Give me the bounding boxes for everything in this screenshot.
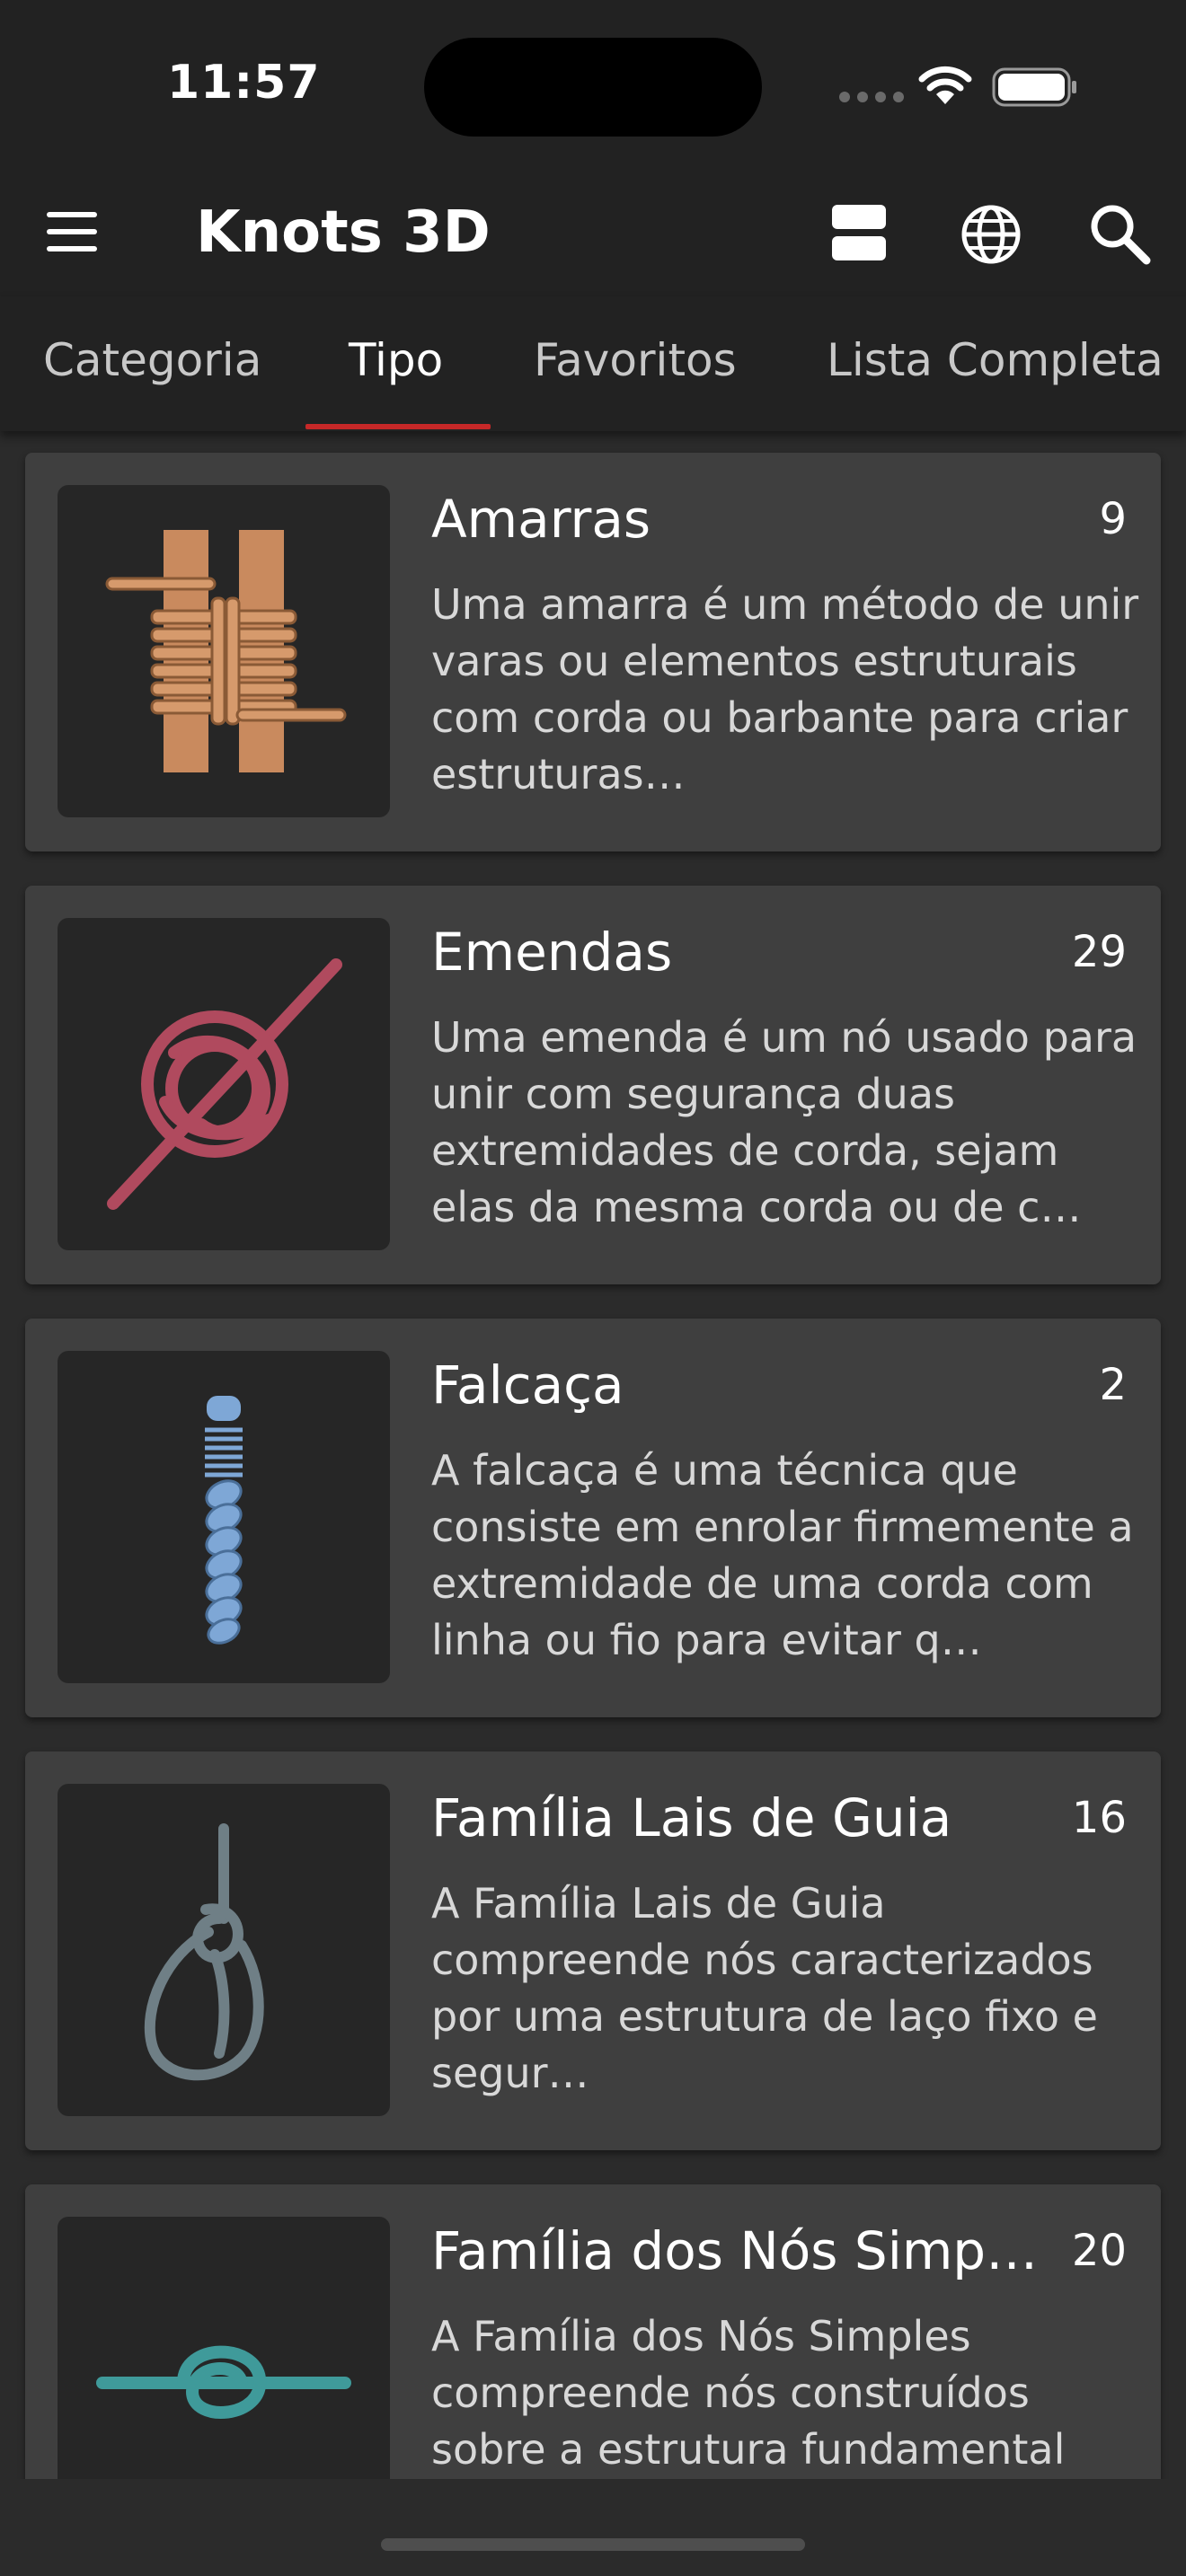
knot-type-list[interactable]: Amarras 9 Uma amarra é um método de unir… bbox=[0, 431, 1186, 2479]
status-bar: 11:57 bbox=[0, 0, 1186, 171]
item-description: A Família dos Nós Simples compreende nós… bbox=[431, 2312, 1066, 2474]
globe-icon[interactable] bbox=[960, 203, 1022, 266]
dynamic-island bbox=[424, 38, 762, 137]
item-count: 29 bbox=[1071, 927, 1127, 977]
list-item-familia-lais-de-guia[interactable]: Família Lais de Guia 16 A Família Lais d… bbox=[25, 1751, 1161, 2150]
item-title: Amarras bbox=[431, 489, 651, 550]
bowline-icon bbox=[58, 1784, 390, 2116]
bottom-safe-area bbox=[0, 2479, 1186, 2576]
tab-favoritos[interactable]: Favoritos bbox=[534, 334, 737, 386]
tab-tipo[interactable]: Tipo bbox=[349, 334, 443, 386]
item-count: 9 bbox=[1099, 494, 1127, 544]
bend-knot-icon bbox=[58, 918, 390, 1250]
list-item-amarras[interactable]: Amarras 9 Uma amarra é um método de unir… bbox=[25, 453, 1161, 851]
battery-icon bbox=[992, 67, 1076, 107]
whipping-icon bbox=[58, 1351, 390, 1683]
item-title: Família Lais de Guia bbox=[431, 1787, 952, 1848]
list-item-familia-nos-simples[interactable]: Família dos Nós Simpl… 20 A Família dos … bbox=[25, 2184, 1161, 2479]
screen: 11:57 Knots 3D Categoria Tipo Favoritos … bbox=[0, 0, 1186, 2576]
home-indicator[interactable] bbox=[381, 2538, 805, 2551]
app-title: Knots 3D bbox=[196, 199, 491, 266]
item-count: 2 bbox=[1099, 1360, 1127, 1410]
tab-categoria[interactable]: Categoria bbox=[43, 334, 261, 386]
app-bar: Knots 3D bbox=[0, 171, 1186, 296]
search-icon[interactable] bbox=[1087, 201, 1152, 266]
tab-bar: Categoria Tipo Favoritos Lista Completa bbox=[0, 296, 1186, 431]
item-title: Família dos Nós Simpl… bbox=[431, 2220, 1042, 2281]
item-title: Emendas bbox=[431, 922, 673, 983]
item-description: Uma amarra é um método de unir varas ou … bbox=[431, 580, 1139, 798]
view-toggle-icon[interactable] bbox=[832, 205, 890, 262]
tab-lista-completa[interactable]: Lista Completa bbox=[827, 334, 1164, 386]
cellular-signal-icon bbox=[839, 92, 904, 102]
wifi-icon bbox=[918, 66, 972, 104]
menu-icon[interactable] bbox=[47, 212, 104, 257]
active-tab-indicator bbox=[305, 424, 491, 429]
status-time: 11:57 bbox=[167, 56, 321, 110]
item-description: A falcaça é uma técnica que consiste em … bbox=[431, 1446, 1134, 1664]
item-count: 20 bbox=[1071, 2226, 1127, 2276]
item-title: Falcaça bbox=[431, 1354, 624, 1416]
list-item-emendas[interactable]: Emendas 29 Uma emenda é um nó usado para… bbox=[25, 886, 1161, 1284]
list-item-falcaca[interactable]: Falcaça 2 A falcaça é uma técnica que co… bbox=[25, 1319, 1161, 1717]
overhand-knot-icon bbox=[58, 2217, 390, 2479]
item-description: Uma emenda é um nó usado para unir com s… bbox=[431, 1013, 1137, 1231]
lashing-icon bbox=[58, 485, 390, 817]
item-count: 16 bbox=[1071, 1793, 1127, 1843]
item-description: A Família Lais de Guia compreende nós ca… bbox=[431, 1879, 1098, 2097]
